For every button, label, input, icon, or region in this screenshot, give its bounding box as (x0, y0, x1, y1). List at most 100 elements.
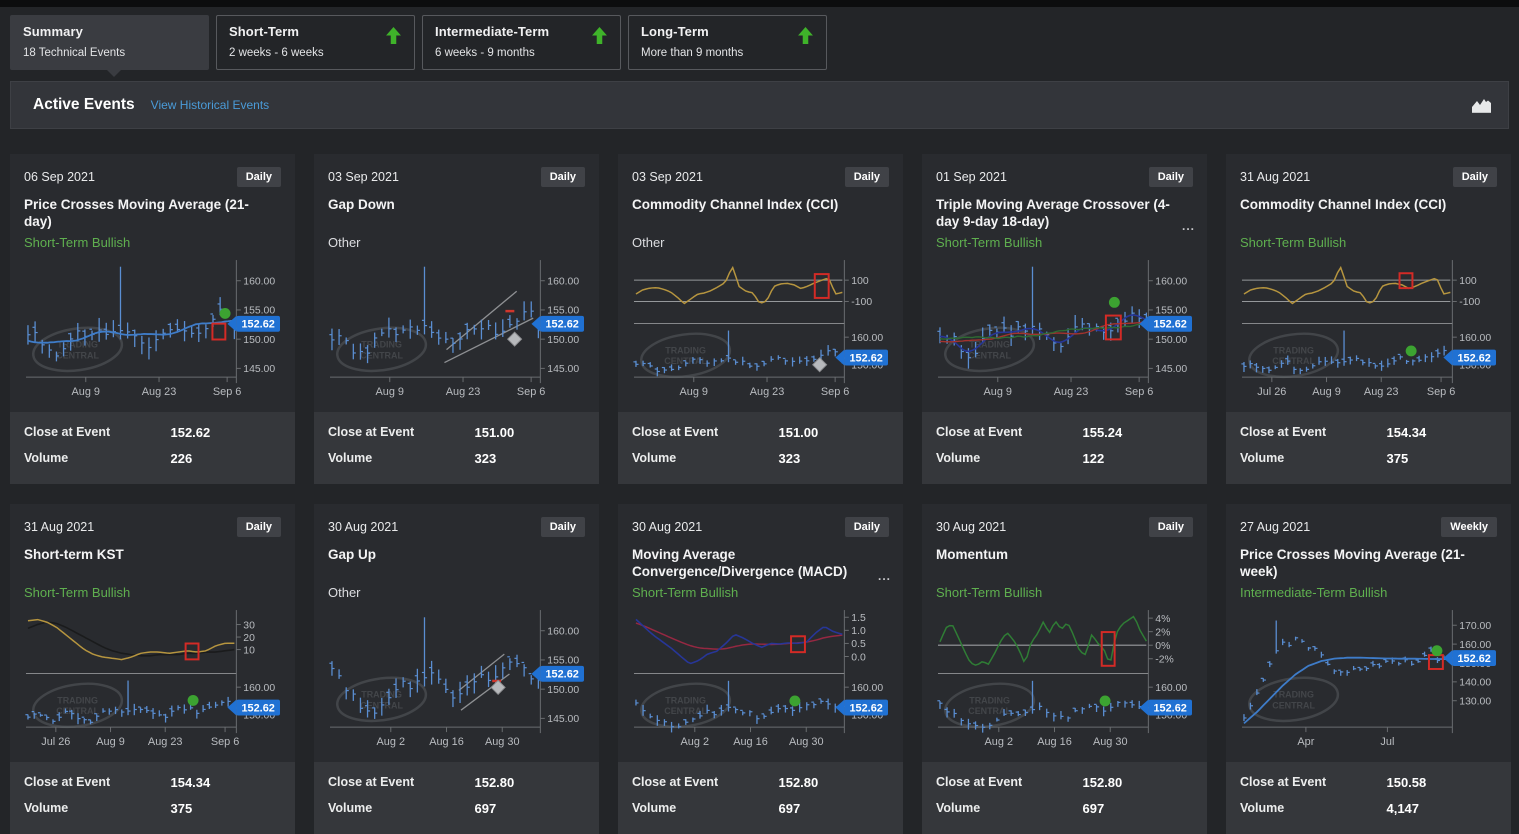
svg-text:Aug 23: Aug 23 (1364, 386, 1399, 398)
svg-text:160.00: 160.00 (851, 333, 883, 344)
more-indicator[interactable]: ... (878, 568, 891, 585)
close-at-event-label: Close at Event (1240, 425, 1386, 440)
svg-text:Aug 23: Aug 23 (750, 386, 785, 398)
close-at-event-label: Close at Event (936, 775, 1082, 790)
svg-text:Apr: Apr (1297, 736, 1314, 748)
close-at-event-value: 152.80 (1082, 775, 1122, 790)
close-at-event-value: 154.34 (1386, 425, 1426, 440)
card-footer: Close at Event 150.58 Volume 4,147 (1226, 762, 1511, 834)
event-title: Momentum (936, 546, 1193, 584)
up-arrow-icon (797, 27, 814, 49)
close-at-event-label: Close at Event (632, 775, 778, 790)
technical-event-card[interactable]: 03 Sep 2021 Daily Gap Down Other TRADING… (314, 154, 599, 484)
up-arrow-icon (385, 27, 402, 49)
close-at-event-value: 154.34 (170, 775, 210, 790)
event-chart: TRADINGCENTRALJul 26Aug 9Aug 23Sep 63020… (24, 606, 281, 755)
svg-text:TRADING: TRADING (1273, 689, 1314, 699)
technical-event-card[interactable]: 31 Aug 2021 Daily Short-term KST Short-T… (10, 504, 295, 834)
period-badge: Daily (1149, 167, 1193, 187)
svg-text:Aug 9: Aug 9 (72, 386, 101, 398)
period-badge: Daily (845, 167, 889, 187)
event-title: Price Crosses Moving Average (21-day) (24, 196, 281, 234)
active-events-bar: Active Events View Historical Events (10, 81, 1509, 129)
close-at-event-label: Close at Event (1240, 775, 1386, 790)
event-date: 30 Aug 2021 (632, 517, 702, 534)
trend-label: Other (328, 585, 585, 601)
section-title: Active Events (33, 96, 135, 114)
svg-text:2%: 2% (1155, 627, 1170, 638)
card-footer: Close at Event 151.00 Volume 323 (618, 412, 903, 484)
svg-text:0.5: 0.5 (851, 639, 866, 650)
period-badge: Daily (237, 167, 281, 187)
event-cards-grid: 06 Sep 2021 Daily Price Crosses Moving A… (10, 154, 1509, 834)
svg-text:152.62: 152.62 (1457, 352, 1490, 364)
svg-text:Aug 30: Aug 30 (1093, 736, 1128, 748)
tab-summary[interactable]: Summary 18 Technical Events (10, 15, 209, 70)
svg-text:152.62: 152.62 (241, 319, 274, 331)
svg-text:152.62: 152.62 (849, 352, 882, 364)
tab-title: Intermediate-Term (435, 24, 608, 39)
technical-event-card[interactable]: 06 Sep 2021 Daily Price Crosses Moving A… (10, 154, 295, 484)
volume-label: Volume (24, 801, 170, 816)
event-chart: TRADINGCENTRALAug 2Aug 16Aug 301.51.00.5… (632, 606, 889, 755)
event-chart: TRADINGCENTRALAug 9Aug 23Sep 6160.00155.… (24, 256, 281, 405)
technical-event-card[interactable]: 27 Aug 2021 Weekly Price Crosses Moving … (1226, 504, 1511, 834)
event-chart: TRADINGCENTRALAug 2Aug 16Aug 30160.00155… (328, 606, 585, 755)
volume-value: 697 (1082, 801, 1104, 816)
tab-long-term[interactable]: Long-Term More than 9 months (628, 15, 827, 70)
trend-label: Other (632, 235, 889, 251)
svg-text:4%: 4% (1155, 614, 1170, 625)
card-footer: Close at Event 152.80 Volume 697 (314, 762, 599, 834)
tab-title: Long-Term (641, 24, 814, 39)
technical-event-card[interactable]: 30 Aug 2021 Daily Moving Average Converg… (618, 504, 903, 834)
technical-event-card[interactable]: 31 Aug 2021 Daily Commodity Channel Inde… (1226, 154, 1511, 484)
tab-intermediate-term[interactable]: Intermediate-Term 6 weeks - 9 months (422, 15, 621, 70)
volume-label: Volume (328, 451, 474, 466)
volume-label: Volume (632, 801, 778, 816)
event-date: 03 Sep 2021 (328, 167, 399, 184)
svg-text:1.0: 1.0 (851, 626, 866, 637)
volume-value: 4,147 (1386, 801, 1419, 816)
volume-label: Volume (936, 801, 1082, 816)
svg-text:145.00: 145.00 (243, 364, 275, 375)
technical-event-card[interactable]: 30 Aug 2021 Daily Gap Up Other TRADINGCE… (314, 504, 599, 834)
svg-text:Jul 26: Jul 26 (41, 736, 70, 748)
event-chart: TRADINGCENTRALAug 9Aug 23Sep 6100-100160… (632, 256, 889, 405)
close-at-event-value: 152.80 (778, 775, 818, 790)
more-indicator[interactable]: ... (1182, 218, 1195, 235)
tab-subtitle: 2 weeks - 6 weeks (229, 47, 402, 59)
volume-value: 323 (474, 451, 496, 466)
period-badge: Weekly (1441, 517, 1497, 537)
card-footer: Close at Event 154.34 Volume 375 (10, 762, 295, 834)
svg-text:Aug 9: Aug 9 (984, 386, 1013, 398)
svg-text:160.00: 160.00 (243, 683, 275, 694)
svg-text:140.00: 140.00 (1459, 678, 1491, 689)
svg-text:155.00: 155.00 (547, 656, 579, 667)
period-badge: Daily (845, 517, 889, 537)
card-footer: Close at Event 152.80 Volume 697 (922, 762, 1207, 834)
svg-text:Aug 16: Aug 16 (429, 736, 464, 748)
technical-event-card[interactable]: 30 Aug 2021 Daily Momentum Short-Term Bu… (922, 504, 1207, 834)
technical-event-card[interactable]: 01 Sep 2021 Daily Triple Moving Average … (922, 154, 1207, 484)
volume-label: Volume (1240, 801, 1386, 816)
event-chart: TRADINGCENTRALAug 9Aug 23Sep 6160.00155.… (328, 256, 585, 405)
svg-text:155.00: 155.00 (547, 306, 579, 317)
svg-text:TRADING: TRADING (665, 345, 706, 355)
view-historical-events-link[interactable]: View Historical Events (151, 98, 270, 112)
tab-subtitle: More than 9 months (641, 47, 814, 59)
event-title: Triple Moving Average Crossover (4-day 9… (936, 196, 1193, 234)
technical-event-card[interactable]: 03 Sep 2021 Daily Commodity Channel Inde… (618, 154, 903, 484)
event-date: 27 Aug 2021 (1240, 517, 1310, 534)
area-chart-icon[interactable] (1471, 97, 1492, 114)
up-arrow-icon (591, 27, 608, 49)
svg-text:Sep 6: Sep 6 (213, 386, 242, 398)
tab-title: Short-Term (229, 24, 402, 39)
tab-short-term[interactable]: Short-Term 2 weeks - 6 weeks (216, 15, 415, 70)
svg-text:Aug 23: Aug 23 (1054, 386, 1089, 398)
volume-value: 697 (778, 801, 800, 816)
svg-text:Aug 16: Aug 16 (1037, 736, 1072, 748)
tab-subtitle: 6 weeks - 9 months (435, 47, 608, 59)
svg-text:CENTRAL: CENTRAL (360, 350, 403, 360)
svg-text:TRADING: TRADING (969, 695, 1010, 705)
svg-text:152.62: 152.62 (545, 319, 578, 331)
